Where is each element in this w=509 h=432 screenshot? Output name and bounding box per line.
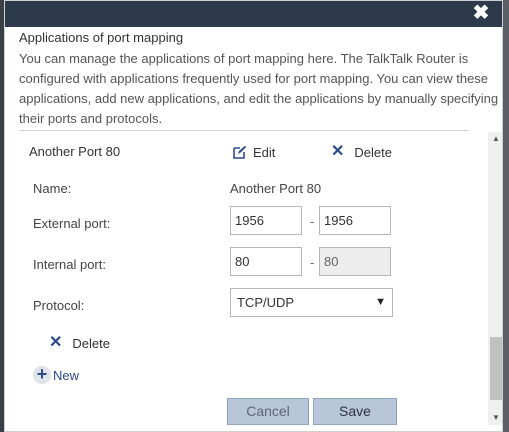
protocol-select[interactable]: TCP/UDP ▼	[230, 288, 393, 317]
dialog-title: Applications of port mapping	[19, 30, 184, 45]
vertical-scrollbar[interactable]: ▲ ▼	[488, 132, 502, 425]
cancel-button[interactable]: Cancel	[227, 398, 309, 425]
header-divider	[19, 130, 469, 131]
triangle-down-icon: ▼	[375, 296, 386, 308]
save-button[interactable]: Save	[313, 398, 397, 425]
name-value: Another Port 80	[230, 181, 322, 196]
scroll-up-arrow-icon[interactable]: ▲	[488, 132, 502, 146]
plus-circle-icon: +	[33, 365, 51, 384]
dialog-description: You can manage the applications of port …	[19, 51, 499, 126]
external-port-label: External port:	[33, 216, 111, 231]
scroll-thumb[interactable]	[490, 337, 502, 400]
internal-port-label: Internal port:	[33, 257, 106, 272]
entry-title: Another Port 80	[29, 144, 121, 159]
internal-port-separator: -	[310, 255, 315, 270]
internal-port-end-input: 80	[319, 247, 391, 276]
dialog-titlebar: ✖	[5, 1, 502, 27]
delete-application-button[interactable]: ✕ Delete	[49, 333, 110, 353]
delete-entry-button[interactable]: ✕ Delete	[331, 142, 392, 162]
edit-icon	[233, 145, 247, 159]
delete-x-icon: ✕	[331, 143, 345, 160]
protocol-value: TCP/UDP	[237, 295, 295, 310]
delete-x-icon: ✕	[49, 334, 63, 351]
close-icon[interactable]: ✖	[472, 3, 490, 23]
external-port-separator: -	[310, 214, 315, 229]
dialog-header: Applications of port mapping You can man…	[19, 29, 501, 129]
delete-application-label: Delete	[72, 335, 110, 351]
scroll-down-arrow-icon[interactable]: ▼	[488, 411, 502, 425]
edit-button[interactable]: Edit	[233, 142, 275, 162]
edit-label: Edit	[253, 144, 276, 160]
new-application-button[interactable]: + New	[33, 365, 80, 384]
delete-entry-label: Delete	[354, 144, 392, 160]
name-label: Name:	[33, 181, 72, 196]
external-port-start-input[interactable]: 1956	[230, 206, 302, 235]
protocol-label: Protocol:	[33, 298, 85, 313]
external-port-end-input[interactable]: 1956	[319, 206, 391, 235]
internal-port-start-input[interactable]: 80	[230, 247, 302, 276]
port-mapping-dialog: ✖ Applications of port mapping You can m…	[4, 0, 503, 432]
scroll-content: Another Port 80 Edit ✕ Delete Name: Anot…	[5, 132, 490, 431]
new-label: New	[53, 367, 80, 383]
